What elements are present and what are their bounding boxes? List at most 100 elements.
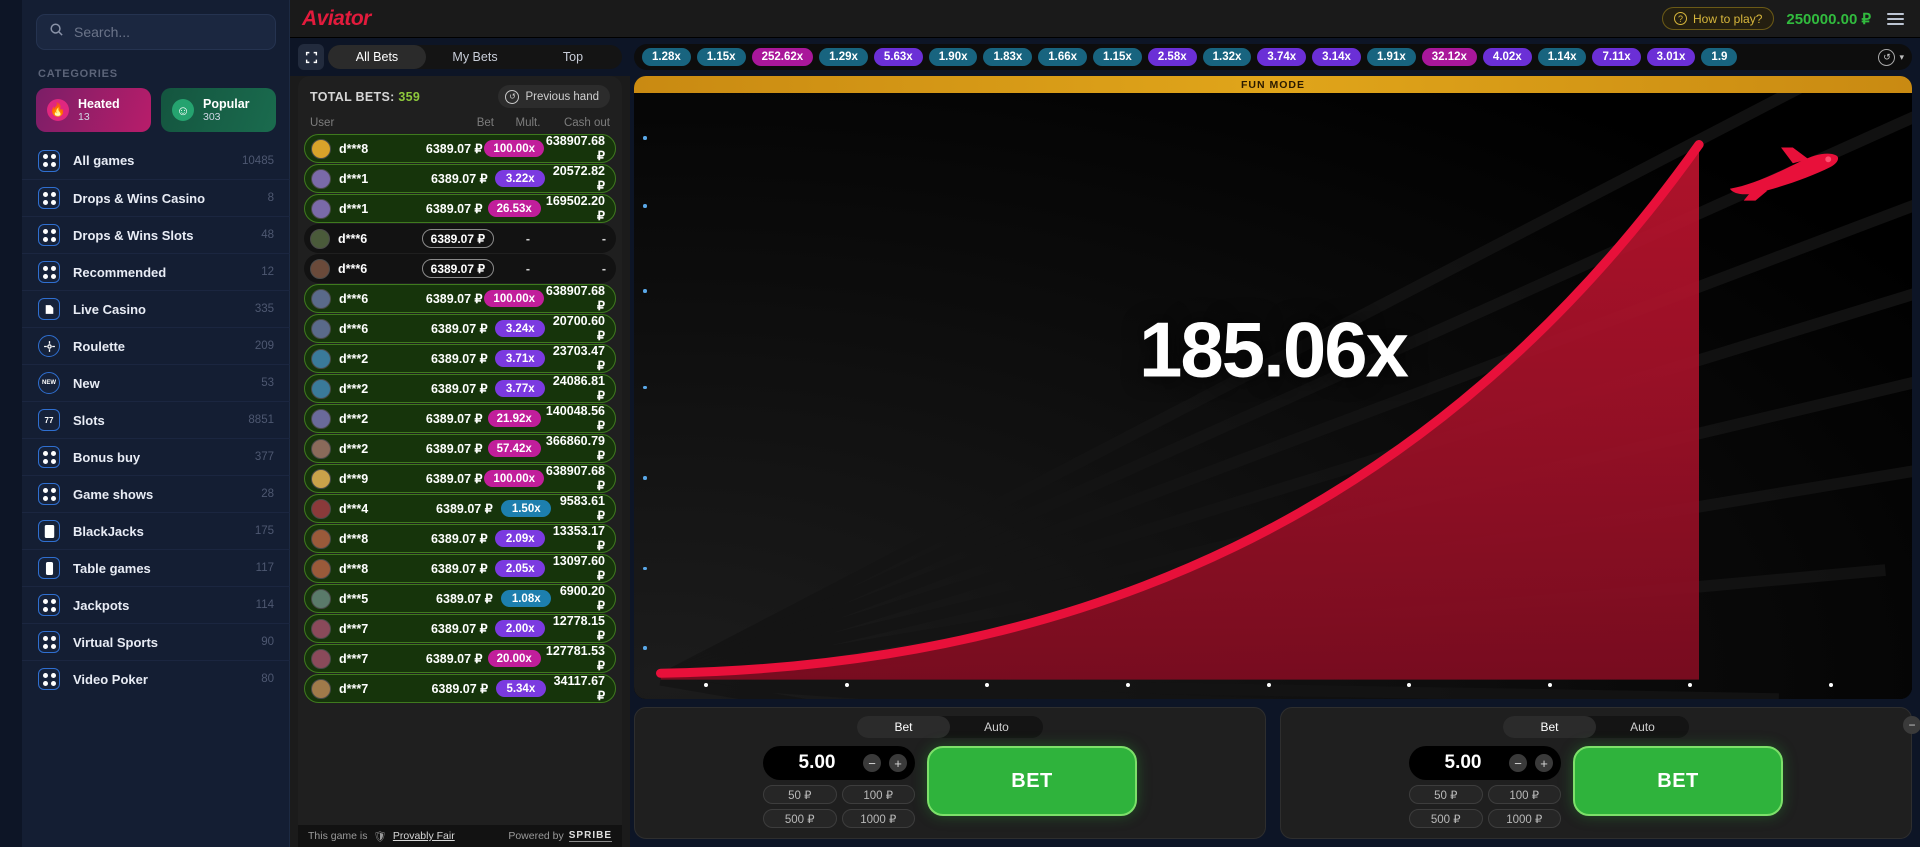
table-row[interactable]: d***4 6389.07 ₽ 1.50x 9583.61 ₽ — [304, 494, 616, 523]
sidebar-item-virtual-sports[interactable]: Virtual Sports 90 — [22, 623, 290, 660]
quick-stake-button[interactable]: 500 ₽ — [763, 809, 837, 828]
remove-panel-button[interactable]: − — [1903, 716, 1920, 734]
provably-fair-link[interactable]: Provably Fair — [393, 830, 455, 842]
sidebar-item-game-shows[interactable]: Game shows 28 — [22, 475, 290, 512]
history-pill[interactable]: 1.15x — [697, 48, 746, 66]
table-row[interactable]: d***8 6389.07 ₽ 100.00x 638907.68 ₽ — [304, 134, 616, 163]
how-to-play-button[interactable]: ? How to play? — [1662, 7, 1774, 30]
history-pill[interactable]: 1.66x — [1038, 48, 1087, 66]
stake-value[interactable]: 5.00 — [779, 752, 855, 774]
table-row[interactable]: d***7 6389.07 ₽ 20.00x 127781.53 ₽ — [304, 644, 616, 673]
chevron-down-icon[interactable]: ▾ — [1899, 52, 1904, 63]
chip-heated[interactable]: 🔥 Heated 13 — [36, 88, 151, 132]
sidebar-item-drops-wins-slots[interactable]: Drops & Wins Slots 48 — [22, 216, 290, 253]
table-row[interactable]: d***7 6389.07 ₽ 5.34x 34117.67 ₽ — [304, 674, 616, 703]
tab-top[interactable]: Top — [524, 45, 622, 69]
history-pill[interactable]: 32.12x — [1422, 48, 1477, 66]
history-pill[interactable]: 3.74x — [1257, 48, 1306, 66]
bet-button[interactable]: BET — [927, 746, 1137, 816]
quick-stake-button[interactable]: 100 ₽ — [842, 785, 916, 804]
sidebar-item-blackjacks[interactable]: BlackJacks 175 — [22, 512, 290, 549]
panel-tab-bet[interactable]: Bet — [857, 716, 950, 738]
previous-hand-button[interactable]: ↺ Previous hand — [498, 85, 610, 108]
table-row[interactable]: d***5 6389.07 ₽ 1.08x 6900.20 ₽ — [304, 584, 616, 613]
hamburger-icon[interactable] — [1883, 9, 1908, 29]
history-pill[interactable]: 1.91x — [1367, 48, 1416, 66]
tab-my-bets[interactable]: My Bets — [426, 45, 524, 69]
history-pill[interactable]: 1.28x — [642, 48, 691, 66]
panel-tab-auto[interactable]: Auto — [1596, 716, 1689, 738]
table-row[interactable]: d***6 6389.07 ₽ 100.00x 638907.68 ₽ — [304, 284, 616, 313]
table-row[interactable]: d***7 6389.07 ₽ 2.00x 12778.15 ₽ — [304, 614, 616, 643]
table-icon — [38, 557, 60, 579]
sidebar-item-drops-wins-casino[interactable]: Drops & Wins Casino 8 — [22, 179, 290, 216]
table-row[interactable]: d***6 6389.07 ₽ - - — [304, 224, 616, 253]
history-pill[interactable]: 3.14x — [1312, 48, 1361, 66]
stake-decrement-button[interactable]: − — [863, 754, 881, 772]
sidebar: CATEGORIES 🔥 Heated 13 ☺ Popular 303 — [0, 0, 290, 847]
table-row[interactable]: d***1 6389.07 ₽ 3.22x 20572.82 ₽ — [304, 164, 616, 193]
sidebar-item-live-casino[interactable]: Live Casino 335 — [22, 290, 290, 327]
panel-tab-auto[interactable]: Auto — [950, 716, 1043, 738]
chip-popular[interactable]: ☺ Popular 303 — [161, 88, 276, 132]
col-user: User — [310, 117, 418, 129]
fullscreen-icon[interactable] — [298, 44, 324, 70]
history-pill[interactable]: 1.14x — [1538, 48, 1587, 66]
quick-stake-button[interactable]: 1000 ₽ — [1488, 809, 1562, 828]
sidebar-item-bonus-buy[interactable]: Bonus buy 377 — [22, 438, 290, 475]
stake-decrement-button[interactable]: − — [1509, 754, 1527, 772]
sidebar-item-roulette[interactable]: Roulette 209 — [22, 327, 290, 364]
stake-increment-button[interactable]: + — [1535, 754, 1553, 772]
sidebar-item-recommended[interactable]: Recommended 12 — [22, 253, 290, 290]
table-row[interactable]: d***1 6389.07 ₽ 26.53x 169502.20 ₽ — [304, 194, 616, 223]
table-row[interactable]: d***2 6389.07 ₽ 21.92x 140048.56 ₽ — [304, 404, 616, 433]
history-pill[interactable]: 7.11x — [1592, 48, 1640, 66]
history-pill[interactable]: 1.83x — [983, 48, 1032, 66]
stake-input-box[interactable]: 5.00 − + — [763, 746, 915, 780]
history-pill[interactable]: 2.58x — [1148, 48, 1197, 66]
table-row[interactable]: d***6 6389.07 ₽ - - — [304, 254, 616, 283]
table-row[interactable]: d***2 6389.07 ₽ 57.42x 366860.79 ₽ — [304, 434, 616, 463]
quick-stake-button[interactable]: 50 ₽ — [1409, 785, 1483, 804]
sidebar-item-new[interactable]: NEW New 53 — [22, 364, 290, 401]
bet-amount: 6389.07 ₽ — [431, 382, 488, 396]
quick-stake-button[interactable]: 500 ₽ — [1409, 809, 1483, 828]
history-pill[interactable]: 252.62x — [752, 48, 814, 66]
search-input[interactable] — [74, 24, 263, 40]
quick-stake-button[interactable]: 100 ₽ — [1488, 785, 1562, 804]
table-row[interactable]: d***8 6389.07 ₽ 2.09x 13353.17 ₽ — [304, 524, 616, 553]
bets-tabs: All Bets My Bets Top — [328, 45, 622, 69]
tab-all-bets[interactable]: All Bets — [328, 45, 426, 69]
history-pill[interactable]: 4.02x — [1483, 48, 1532, 66]
history-pill[interactable]: 1.90x — [929, 48, 978, 66]
clock-history-icon[interactable]: ↺ — [1878, 49, 1895, 66]
history-pill[interactable]: 5.63x — [874, 48, 923, 66]
table-row[interactable]: d***8 6389.07 ₽ 2.05x 13097.60 ₽ — [304, 554, 616, 583]
history-pill[interactable]: 1.32x — [1203, 48, 1252, 66]
sidebar-item-label: New — [73, 376, 248, 391]
bet-button[interactable]: BET — [1573, 746, 1783, 816]
history-pill[interactable]: 1.15x — [1093, 48, 1142, 66]
history-pill[interactable]: 1.9 — [1701, 48, 1737, 66]
table-row[interactable]: d***9 6389.07 ₽ 100.00x 638907.68 ₽ — [304, 464, 616, 493]
quick-stake-button[interactable]: 1000 ₽ — [842, 809, 916, 828]
multiplier-badge: 5.34x — [496, 680, 546, 697]
quick-stake-button[interactable]: 50 ₽ — [763, 785, 837, 804]
sidebar-item-jackpots[interactable]: Jackpots 114 — [22, 586, 290, 623]
history-pill[interactable]: 3.01x — [1647, 48, 1696, 66]
sidebar-item-table-games[interactable]: Table games 117 — [22, 549, 290, 586]
stake-value[interactable]: 5.00 — [1425, 752, 1501, 774]
history-pill[interactable]: 1.29x — [819, 48, 868, 66]
table-row[interactable]: d***2 6389.07 ₽ 3.71x 23703.47 ₽ — [304, 344, 616, 373]
sidebar-item-video-poker[interactable]: Video Poker 80 — [22, 660, 290, 697]
stake-increment-button[interactable]: + — [889, 754, 907, 772]
sidebar-item-all-games[interactable]: All games 10485 — [22, 142, 290, 179]
table-row[interactable]: d***2 6389.07 ₽ 3.77x 24086.81 ₽ — [304, 374, 616, 403]
multiplier-badge: 21.92x — [488, 410, 541, 427]
table-row[interactable]: d***6 6389.07 ₽ 3.24x 20700.60 ₽ — [304, 314, 616, 343]
panel-tab-bet[interactable]: Bet — [1503, 716, 1596, 738]
sidebar-item-slots[interactable]: 77 Slots 8851 — [22, 401, 290, 438]
search-box[interactable] — [36, 14, 276, 50]
username: d***6 — [339, 292, 368, 306]
stake-input-box[interactable]: 5.00 − + — [1409, 746, 1561, 780]
